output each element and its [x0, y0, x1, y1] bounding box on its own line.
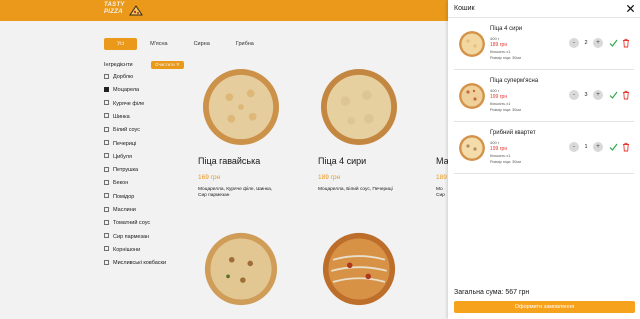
increase-button[interactable]: +	[593, 90, 603, 100]
cart-item-weight: 400 г	[490, 88, 500, 93]
cart-item: Піца 4 сири 400 г 189 грн Кількість x1 Р…	[448, 18, 640, 70]
divider	[454, 173, 634, 174]
increase-button[interactable]: +	[593, 142, 603, 152]
quantity-value: 3	[584, 92, 588, 98]
cart-item-quantity-text: Кількість x1	[490, 102, 511, 106]
cart-item-weight: 400 г	[490, 36, 500, 41]
trash-icon[interactable]	[622, 38, 630, 48]
cart-item-name: Грибний квартет	[490, 130, 536, 136]
cart-item-name: Піца суперм'ясна	[490, 78, 539, 84]
close-icon[interactable]	[626, 4, 635, 13]
place-order-button[interactable]: Оформити замовлення	[454, 301, 635, 313]
cart-item-size: Розмір піци: 30см	[490, 56, 521, 60]
check-icon[interactable]	[609, 38, 618, 48]
pizza-thumbnail	[459, 135, 485, 161]
cart-item-price: 199 грн	[490, 94, 508, 100]
cart-item: Грибний квартет 400 г 199 грн Кількість …	[448, 122, 640, 174]
increase-button[interactable]: +	[593, 38, 603, 48]
cart-title: Кошик	[454, 5, 475, 12]
cart-item-quantity-text: Кількість x1	[490, 50, 511, 54]
pizza-thumbnail	[459, 31, 485, 57]
quantity-value: 2	[584, 40, 588, 46]
cart-drawer: Кошик Піца 4 сири 400 г 189 грн Кількіст…	[448, 0, 640, 319]
trash-icon[interactable]	[622, 142, 630, 152]
backdrop-overlay[interactable]	[0, 0, 448, 319]
check-icon[interactable]	[609, 90, 618, 100]
decrease-button[interactable]: -	[569, 142, 579, 152]
cart-item-name: Піца 4 сири	[490, 26, 523, 32]
cart-item-weight: 400 г	[490, 140, 500, 145]
decrease-button[interactable]: -	[569, 38, 579, 48]
pizza-thumbnail	[459, 83, 485, 109]
cart-total: Загальна сума: 567 грн	[454, 289, 530, 296]
check-icon[interactable]	[609, 142, 618, 152]
trash-icon[interactable]	[622, 90, 630, 100]
cart-item-size: Розмір піци: 30см	[490, 108, 521, 112]
cart-item: Піца суперм'ясна 400 г 199 грн Кількість…	[448, 70, 640, 122]
decrease-button[interactable]: -	[569, 90, 579, 100]
quantity-value: 1	[584, 144, 588, 150]
cart-item-size: Розмір піци: 30см	[490, 160, 521, 164]
cart-item-quantity-text: Кількість x1	[490, 154, 511, 158]
cart-item-price: 199 грн	[490, 146, 508, 152]
cart-item-price: 189 грн	[490, 42, 508, 48]
